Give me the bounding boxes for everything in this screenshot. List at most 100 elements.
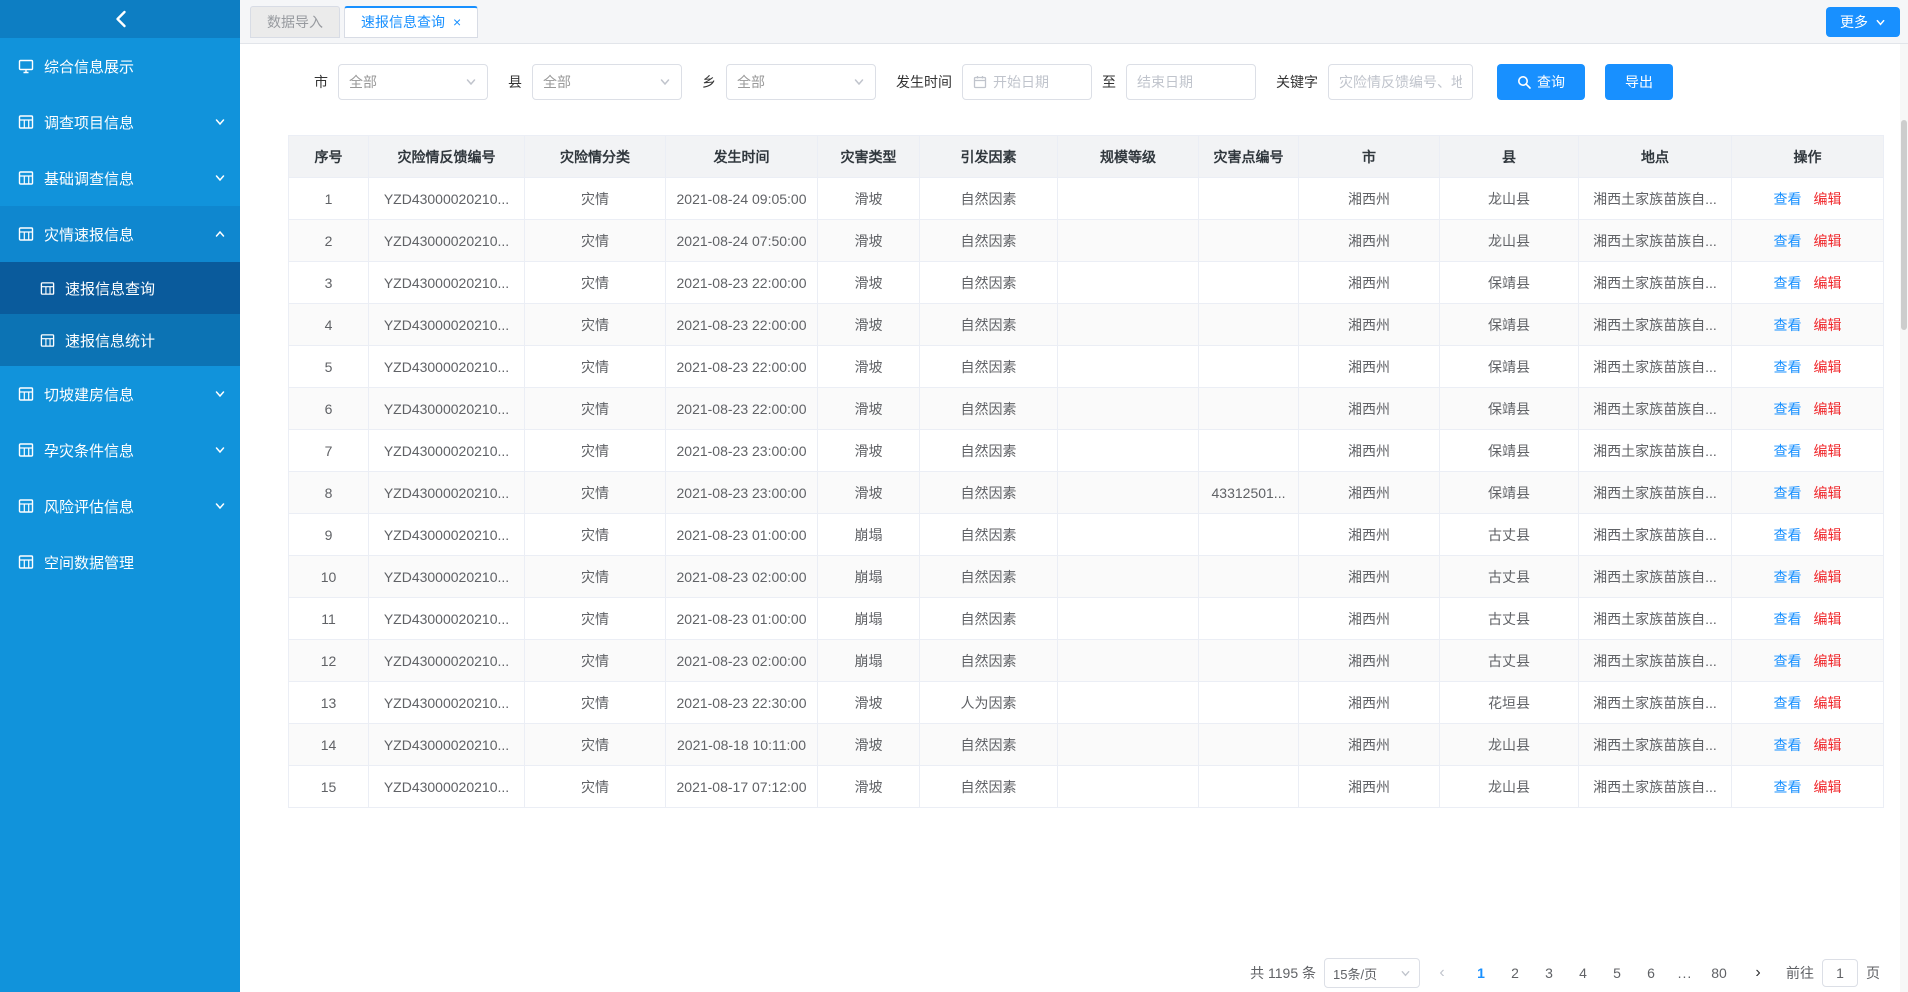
tab-report-query[interactable]: 速报信息查询 × xyxy=(344,6,478,38)
actions-cell: 查看编辑 xyxy=(1732,304,1884,346)
table-cell: 湘西土家族苗族自... xyxy=(1579,304,1732,346)
sidebar-menu: 综合信息展示 调查项目信息 基础调查信息 灾情速报信 xyxy=(0,38,240,992)
more-button[interactable]: 更多 xyxy=(1826,7,1900,37)
actions-cell: 查看编辑 xyxy=(1732,682,1884,724)
edit-link[interactable]: 编辑 xyxy=(1814,317,1842,333)
sidebar-item-slope-housing-info[interactable]: 切坡建房信息 xyxy=(0,366,240,422)
table-cell: 湘西州 xyxy=(1299,682,1440,724)
edit-link[interactable]: 编辑 xyxy=(1814,401,1842,417)
sidebar-item-comprehensive-display[interactable]: 综合信息展示 xyxy=(0,38,240,94)
table-cell: 灾情 xyxy=(525,514,666,556)
table-icon xyxy=(18,114,34,130)
table-container: 序号灾险情反馈编号灾险情分类发生时间灾害类型引发因素规模等级灾害点编号市县地点操… xyxy=(288,135,1884,808)
table-cell: 保靖县 xyxy=(1440,472,1579,514)
table-cell xyxy=(1058,178,1199,220)
edit-link[interactable]: 编辑 xyxy=(1814,779,1842,795)
view-link[interactable]: 查看 xyxy=(1774,569,1802,585)
edit-link[interactable]: 编辑 xyxy=(1814,233,1842,249)
prev-page-button[interactable]: ‹ xyxy=(1428,964,1456,982)
table-cell: 1 xyxy=(289,178,369,220)
tab-data-import[interactable]: 数据导入 xyxy=(250,6,340,38)
collapse-sidebar-icon[interactable] xyxy=(114,10,127,28)
table-cell: 灾情 xyxy=(525,724,666,766)
end-date-input[interactable] xyxy=(1126,64,1256,100)
page-number[interactable]: 3 xyxy=(1534,959,1564,987)
view-link[interactable]: 查看 xyxy=(1774,611,1802,627)
view-link[interactable]: 查看 xyxy=(1774,275,1802,291)
table-cell: 自然因素 xyxy=(920,640,1058,682)
edit-link[interactable]: 编辑 xyxy=(1814,569,1842,585)
table-cell: 崩塌 xyxy=(818,556,920,598)
page-number[interactable]: 1 xyxy=(1466,959,1496,987)
goto-page-input[interactable] xyxy=(1822,959,1858,987)
county-select[interactable]: 全部 xyxy=(532,64,682,100)
town-select[interactable]: 全部 xyxy=(726,64,876,100)
sidebar-item-risk-assessment-info[interactable]: 风险评估信息 xyxy=(0,478,240,534)
view-link[interactable]: 查看 xyxy=(1774,359,1802,375)
view-link[interactable]: 查看 xyxy=(1774,653,1802,669)
tab-close-icon[interactable]: × xyxy=(453,15,461,29)
view-link[interactable]: 查看 xyxy=(1774,527,1802,543)
edit-link[interactable]: 编辑 xyxy=(1814,275,1842,291)
edit-link[interactable]: 编辑 xyxy=(1814,527,1842,543)
view-link[interactable]: 查看 xyxy=(1774,737,1802,753)
table-cell xyxy=(1058,304,1199,346)
view-link[interactable]: 查看 xyxy=(1774,401,1802,417)
export-button[interactable]: 导出 xyxy=(1605,64,1673,100)
sidebar-subitem-report-info-stats[interactable]: 速报信息统计 xyxy=(0,314,240,366)
edit-link[interactable]: 编辑 xyxy=(1814,191,1842,207)
column-header: 县 xyxy=(1440,136,1579,178)
next-page-button[interactable]: › xyxy=(1744,964,1772,982)
page-number[interactable]: 5 xyxy=(1602,959,1632,987)
city-select[interactable]: 全部 xyxy=(338,64,488,100)
table-cell: 10 xyxy=(289,556,369,598)
view-link[interactable]: 查看 xyxy=(1774,317,1802,333)
view-link[interactable]: 查看 xyxy=(1774,191,1802,207)
table-cell: 保靖县 xyxy=(1440,262,1579,304)
table-cell: 12 xyxy=(289,640,369,682)
sidebar-item-disaster-quick-report[interactable]: 灾情速报信息 xyxy=(0,206,240,262)
sidebar-item-disaster-condition-info[interactable]: 孕灾条件信息 xyxy=(0,422,240,478)
report-table: 序号灾险情反馈编号灾险情分类发生时间灾害类型引发因素规模等级灾害点编号市县地点操… xyxy=(288,135,1884,808)
sidebar-item-survey-project-info[interactable]: 调查项目信息 xyxy=(0,94,240,150)
view-link[interactable]: 查看 xyxy=(1774,443,1802,459)
sidebar-item-label: 孕灾条件信息 xyxy=(44,440,134,461)
page-size-select[interactable]: 15条/页 xyxy=(1324,958,1420,988)
edit-link[interactable]: 编辑 xyxy=(1814,611,1842,627)
table-cell: YZD43000020210... xyxy=(369,220,525,262)
table-cell: YZD43000020210... xyxy=(369,304,525,346)
start-date-field[interactable] xyxy=(993,74,1081,90)
table-cell xyxy=(1058,220,1199,262)
edit-link[interactable]: 编辑 xyxy=(1814,695,1842,711)
chevron-down-icon xyxy=(214,444,226,456)
edit-link[interactable]: 编辑 xyxy=(1814,359,1842,375)
edit-link[interactable]: 编辑 xyxy=(1814,737,1842,753)
page-number[interactable]: 6 xyxy=(1636,959,1666,987)
start-date-input[interactable] xyxy=(962,64,1092,100)
goto-page-suffix: 页 xyxy=(1866,963,1880,983)
table-cell xyxy=(1058,766,1199,808)
sidebar-subitem-report-info-query[interactable]: 速报信息查询 xyxy=(0,262,240,314)
end-date-field[interactable] xyxy=(1137,74,1245,90)
page-number[interactable]: 80 xyxy=(1704,959,1734,987)
sidebar-item-basic-survey-info[interactable]: 基础调查信息 xyxy=(0,150,240,206)
table-cell: 湘西土家族苗族自... xyxy=(1579,640,1732,682)
vertical-scrollbar[interactable] xyxy=(1900,44,1908,992)
page-number[interactable]: 4 xyxy=(1568,959,1598,987)
edit-link[interactable]: 编辑 xyxy=(1814,443,1842,459)
page-number[interactable]: 2 xyxy=(1500,959,1530,987)
sidebar-item-label: 切坡建房信息 xyxy=(44,384,134,405)
edit-link[interactable]: 编辑 xyxy=(1814,653,1842,669)
edit-link[interactable]: 编辑 xyxy=(1814,485,1842,501)
search-button[interactable]: 查询 xyxy=(1497,64,1585,100)
keyword-input[interactable] xyxy=(1328,64,1473,100)
table-cell: 2021-08-18 10:11:00 xyxy=(666,724,818,766)
view-link[interactable]: 查看 xyxy=(1774,695,1802,711)
sidebar-item-spatial-data-management[interactable]: 空间数据管理 xyxy=(0,534,240,590)
view-link[interactable]: 查看 xyxy=(1774,779,1802,795)
scrollbar-thumb[interactable] xyxy=(1901,120,1907,330)
view-link[interactable]: 查看 xyxy=(1774,233,1802,249)
chevron-down-icon xyxy=(853,76,865,88)
view-link[interactable]: 查看 xyxy=(1774,485,1802,501)
pagination: 共 1195 条 15条/页 ‹ 123456...80 › 前往 页 xyxy=(1250,958,1880,988)
